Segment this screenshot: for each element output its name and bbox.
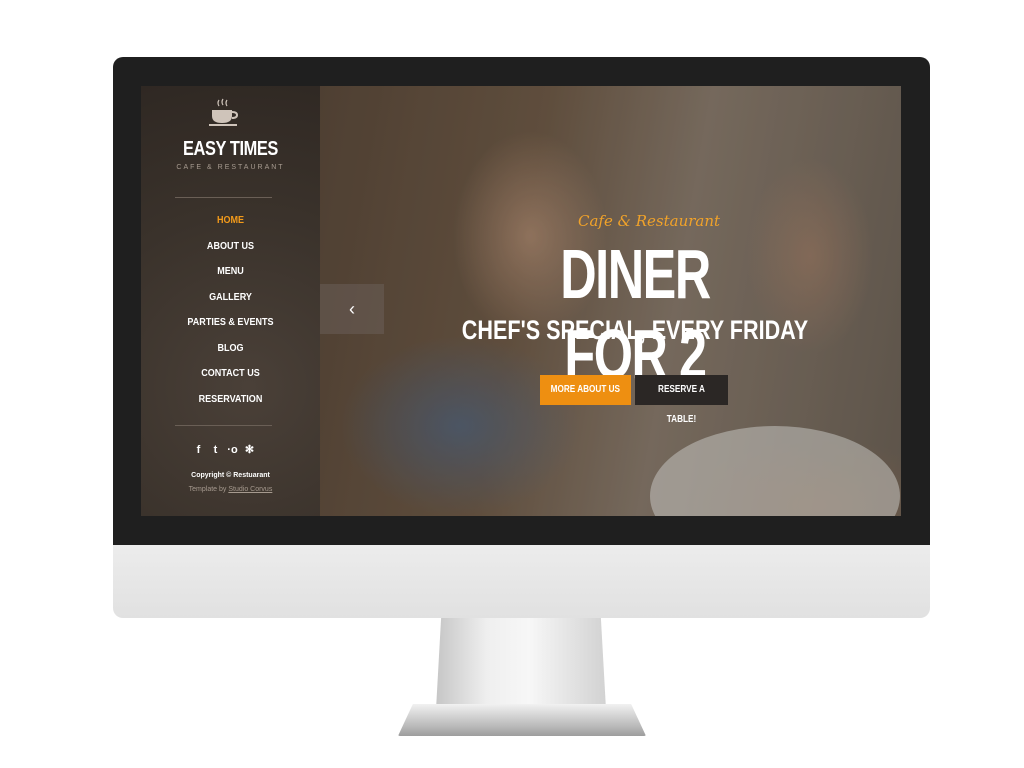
sidebar: EASY TIMES CAFE & RESTAURANT HOME ABOUT … xyxy=(141,86,320,516)
monitor-stand-base xyxy=(398,704,646,736)
hero-headline: DINER FOR 2 xyxy=(560,235,711,393)
nav-item-gallery[interactable]: GALLERY xyxy=(154,290,308,316)
site-tagline: CAFE & RESTAURANT xyxy=(176,164,285,171)
twitter-icon[interactable]: t xyxy=(210,444,221,456)
nav-item-menu[interactable]: MENU xyxy=(154,264,308,290)
nav-item-parties-events[interactable]: PARTIES & EVENTS xyxy=(154,315,308,341)
template-credit: Template by Studio Corvus xyxy=(141,486,320,493)
nav-item-reservation[interactable]: RESERVATION xyxy=(154,392,308,418)
website-screen: EASY TIMES CAFE & RESTAURANT HOME ABOUT … xyxy=(141,86,901,516)
flickr-icon[interactable]: ·o xyxy=(227,444,238,456)
nav-item-about-us[interactable]: ABOUT US xyxy=(154,239,308,265)
yelp-icon[interactable]: ✻ xyxy=(244,444,255,456)
monitor-chin xyxy=(113,545,930,618)
more-about-us-button[interactable]: MORE ABOUT US xyxy=(540,375,631,405)
nav-item-contact-us[interactable]: CONTACT US xyxy=(154,366,308,392)
divider xyxy=(175,425,272,426)
nav-item-home[interactable]: HOME xyxy=(154,213,308,239)
more-about-us-label: MORE ABOUT US xyxy=(550,384,621,395)
copyright-text: Copyright © Restuarant xyxy=(191,472,270,479)
facebook-icon[interactable]: f xyxy=(193,444,204,456)
coffee-cup-icon xyxy=(209,98,239,126)
hero-script-text: Cafe & Restaurant xyxy=(578,212,721,230)
template-credit-link[interactable]: Studio Corvus xyxy=(228,486,272,493)
hero-subheadline: CHEF'S SPECIAL, EVERY FRIDAY xyxy=(461,315,809,345)
chevron-left-icon: ‹ xyxy=(349,299,355,319)
hero-slider: ‹ Cafe & Restaurant DINER FOR 2 CHEF'S S… xyxy=(320,86,901,516)
reserve-table-label: RESERVE A TABLE! xyxy=(658,384,705,425)
main-nav: HOME ABOUT US MENU GALLERY PARTIES & EVE… xyxy=(141,213,320,417)
imac-mockup: EASY TIMES CAFE & RESTAURANT HOME ABOUT … xyxy=(0,0,1024,768)
social-links: f t ·o ✻ xyxy=(193,444,255,456)
slider-prev-button[interactable]: ‹ xyxy=(320,284,384,334)
reserve-table-button[interactable]: RESERVE A TABLE! xyxy=(635,375,728,425)
divider xyxy=(175,197,272,198)
template-credit-prefix: Template by xyxy=(188,486,227,493)
nav-item-blog[interactable]: BLOG xyxy=(154,341,308,367)
site-title[interactable]: EASY TIMES xyxy=(157,138,304,161)
